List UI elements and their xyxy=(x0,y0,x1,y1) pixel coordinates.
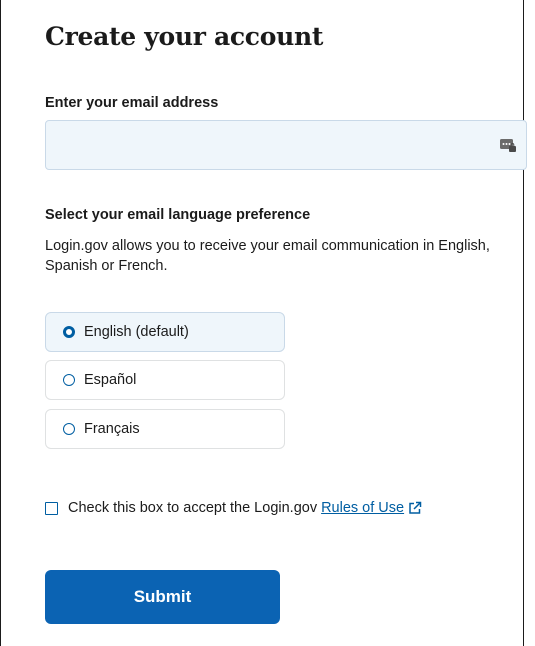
terms-row: Check this box to accept the Login.gov R… xyxy=(45,500,422,516)
page-title: Create your account xyxy=(45,22,324,51)
password-manager-icon[interactable] xyxy=(500,138,516,152)
radio-label-spanish: Español xyxy=(84,372,137,388)
language-description: Login.gov allows you to receive your ema… xyxy=(45,238,490,274)
radio-spanish[interactable]: Español xyxy=(45,360,285,400)
language-label: Select your email language preference xyxy=(45,207,311,223)
rules-of-use-link[interactable]: Rules of Use xyxy=(321,500,404,516)
email-label: Enter your email address xyxy=(45,95,219,111)
email-input[interactable] xyxy=(46,121,526,169)
radio-english[interactable]: English (default) xyxy=(45,312,285,352)
radio-unselected-icon[interactable] xyxy=(63,374,75,386)
email-field-wrapper[interactable] xyxy=(45,120,527,170)
external-link-icon xyxy=(409,501,422,514)
radio-label-french: Français xyxy=(84,421,140,437)
terms-text: Check this box to accept the Login.gov xyxy=(68,500,318,516)
submit-button[interactable]: Submit xyxy=(45,570,280,624)
terms-checkbox[interactable] xyxy=(45,501,58,515)
radio-selected-icon[interactable] xyxy=(63,326,75,338)
radio-unselected-icon[interactable] xyxy=(63,423,75,435)
radio-label-english: English (default) xyxy=(84,324,189,340)
radio-french[interactable]: Français xyxy=(45,409,285,449)
